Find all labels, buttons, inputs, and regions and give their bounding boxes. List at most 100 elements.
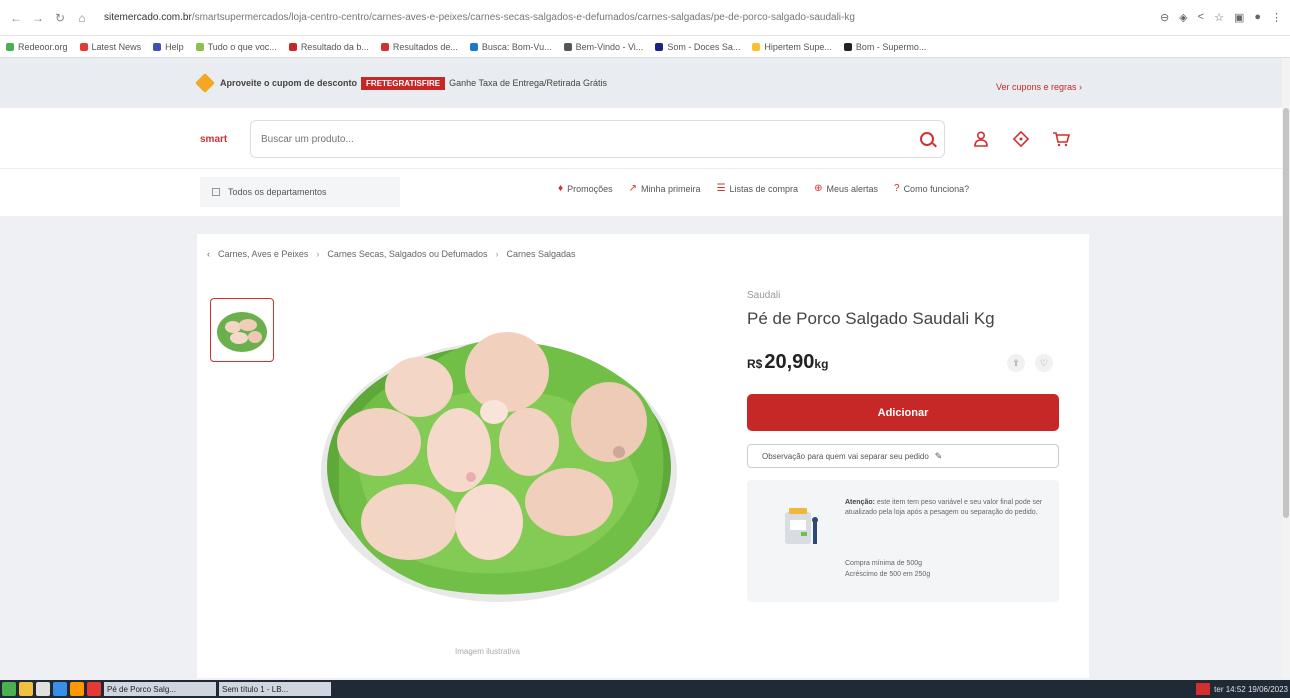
sidebar-icon[interactable]: ▣: [1234, 11, 1244, 24]
breadcrumb-item[interactable]: Carnes, Aves e Peixes: [218, 249, 308, 259]
product-brand[interactable]: Saudali: [747, 290, 780, 301]
home-icon[interactable]: ⌂: [74, 10, 90, 26]
user-icon[interactable]: [972, 130, 990, 148]
bookmark-item[interactable]: Help: [153, 42, 184, 52]
breadcrumb-separator: ›: [495, 249, 499, 259]
reload-icon[interactable]: ↻: [52, 10, 68, 26]
bookmark-item[interactable]: Tudo o que voc...: [195, 41, 277, 52]
product-thumbnail[interactable]: [210, 298, 274, 362]
bookmark-item[interactable]: Resultado da b...: [288, 41, 369, 52]
firefox-icon[interactable]: [70, 682, 84, 696]
browser-actions: ⊖ ◈ < ☆ ▣ ● ⋮: [1160, 11, 1282, 24]
category-nav: Todos os departamentos ♦ Promoções ↗ Minha …: [0, 168, 1282, 216]
search-input[interactable]: [261, 133, 920, 145]
bookmark-label: Resultados de...: [392, 41, 458, 52]
bookmark-label: Bem-Vindo - Vi...: [575, 41, 644, 52]
weight-info-box: Atenção: este item tem peso variável e s…: [747, 480, 1059, 602]
bookmarks-bar: Redeoor.org Latest News Help Tudo o que voc…: [0, 36, 1290, 58]
app-icon[interactable]: [53, 682, 67, 696]
browser-toolbar: ← → ↻ ⌂ sitemercado.com.br/smartsupermer…: [0, 0, 1290, 36]
breadcrumb-item[interactable]: Carnes Salgadas: [506, 249, 575, 259]
observation-label: Observação para quem vai separar seu ped…: [762, 451, 929, 461]
nav-link[interactable]: ♦ Promoções: [558, 183, 613, 194]
minimum-purchase: Compra mínima de 500g: [845, 560, 923, 567]
warning-text: este item tem peso variável e seu valor …: [845, 499, 1043, 516]
bookmark-item[interactable]: Redeoor.org: [6, 42, 68, 52]
forward-icon[interactable]: →: [30, 10, 46, 26]
bookmark-item[interactable]: Bom - Supermo...: [843, 42, 926, 52]
promo-banner: Aproveite o cupom de desconto FRETEGRATI…: [0, 58, 1282, 108]
departments-menu[interactable]: Todos os departamentos: [200, 177, 400, 207]
bookmark-item[interactable]: Bem-Vindo - Vi...: [563, 41, 644, 52]
product-image: [321, 332, 677, 602]
bookmark-label: Som - Doces Sa...: [667, 41, 741, 52]
price-value: 20,90: [764, 351, 815, 373]
share-icon[interactable]: ⇪: [1007, 354, 1025, 372]
cart-icon[interactable]: [1052, 130, 1070, 148]
bookmark-item[interactable]: Latest News: [79, 42, 141, 52]
nav-link-label: Meus alertas: [826, 183, 878, 194]
bookmark-favicon-icon: [843, 42, 852, 51]
folder-icon[interactable]: [19, 682, 33, 696]
profile-icon[interactable]: ●: [1254, 11, 1261, 24]
bookmark-label: Tudo o que voc...: [207, 41, 277, 52]
share-icon[interactable]: <: [1198, 11, 1204, 24]
promo-subtext: Ganhe Taxa de Entrega/Retirada Grátis: [449, 78, 608, 88]
bookmark-label: Hipertem Supe...: [764, 41, 832, 52]
bookmark-item[interactable]: Busca: Bom-Vu...: [469, 42, 552, 52]
price-unit: kg: [814, 357, 829, 371]
bookmark-favicon-icon: [288, 42, 297, 51]
system-clock: ter 14:52 19/06/2023: [1196, 682, 1288, 696]
price-currency: R$: [747, 357, 763, 371]
breadcrumb-item[interactable]: Carnes Secas, Salgados ou Defumados: [327, 249, 487, 259]
product-price: R$ 20,90 kg: [747, 351, 828, 374]
os-taskbar: Pé de Porco Salg... Sem título 1 - LB...…: [0, 680, 1290, 698]
coupon-rules-link[interactable]: Ver cupons e regras ›: [996, 82, 1082, 92]
tag-icon: [195, 73, 215, 93]
nav-link[interactable]: ☰ Listas de compra: [717, 183, 799, 194]
address-bar[interactable]: sitemercado.com.br/smartsupermercados/lo…: [96, 12, 1160, 23]
coupon-icon[interactable]: [1012, 130, 1030, 148]
nav-link[interactable]: ? Como funciona?: [894, 183, 969, 194]
back-icon[interactable]: ←: [8, 10, 24, 26]
taskbar-task[interactable]: Pé de Porco Salg...: [104, 682, 216, 696]
zoom-icon[interactable]: ⊖: [1160, 11, 1169, 24]
product-title: Pé de Porco Salgado Saudali Kg: [747, 309, 995, 328]
nav-link-label: Listas de compra: [729, 183, 799, 194]
start-icon[interactable]: [2, 682, 16, 696]
promo-text: Aproveite o cupom de desconto: [220, 78, 358, 88]
nav-link[interactable]: ⊕ Meus alertas: [814, 183, 878, 194]
bookmark-favicon-icon: [153, 42, 162, 51]
bookmark-item[interactable]: Resultados de...: [380, 41, 458, 52]
observation-button[interactable]: Observação para quem vai separar seu ped…: [747, 444, 1059, 468]
taskbar-task[interactable]: Sem título 1 - LB...: [219, 682, 331, 696]
nav-link-label: Como funciona?: [903, 183, 970, 194]
bookmark-favicon-icon: [195, 42, 204, 51]
bookmark-label: Help: [165, 41, 184, 52]
nav-link-icon: ☰: [716, 183, 726, 194]
terminal-icon[interactable]: [36, 682, 50, 696]
bookmark-item[interactable]: Som - Doces Sa...: [655, 42, 740, 52]
heart-icon[interactable]: ♡: [1035, 354, 1053, 372]
scale-icon: [785, 508, 818, 544]
extension-icon[interactable]: ◈: [1179, 11, 1187, 24]
star-icon[interactable]: ☆: [1214, 11, 1224, 24]
store-logo[interactable]: smart: [200, 134, 227, 145]
nav-link-label: Minha primeira: [641, 183, 701, 194]
tray-icon[interactable]: [1196, 683, 1211, 695]
scrollbar-thumb[interactable]: [1283, 108, 1289, 518]
add-to-cart-button[interactable]: Adicionar: [747, 394, 1059, 431]
search-icon[interactable]: [920, 132, 934, 146]
bookmark-favicon-icon: [469, 42, 478, 51]
coupon-code[interactable]: FRETEGRATISFIRE: [361, 76, 446, 90]
nav-link[interactable]: ↗ Minha primeira: [629, 183, 701, 194]
bookmark-favicon-icon: [752, 42, 761, 51]
bookmark-item[interactable]: Hipertem Supe...: [752, 42, 832, 52]
nav-link-icon: ↗: [628, 183, 638, 194]
menu-icon[interactable]: ⋮: [1271, 11, 1282, 24]
page-scrollbar[interactable]: [1282, 58, 1290, 678]
app-icon[interactable]: [87, 682, 101, 696]
purchase-limits: Compra mínima de 500g Acréscimo de 500 e…: [845, 558, 930, 580]
breadcrumb: ‹ Carnes, Aves e Peixes › Carnes Secas, …: [207, 249, 576, 259]
bookmark-label: Resultado da b...: [300, 41, 369, 52]
